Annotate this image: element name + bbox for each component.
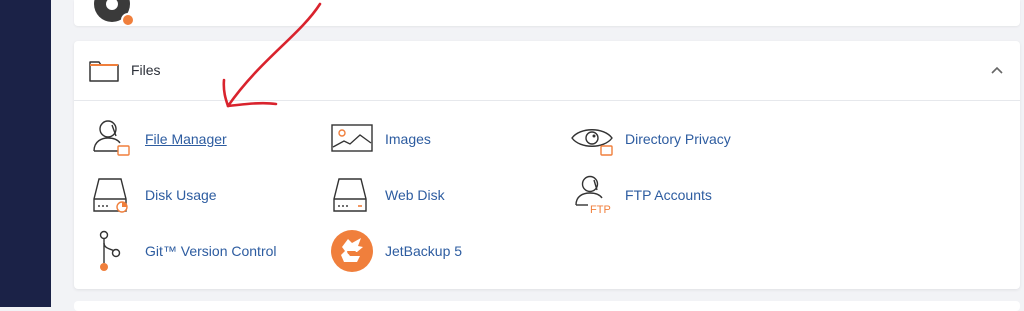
directory-privacy-icon [571, 129, 613, 156]
disk-usage-icon [93, 178, 128, 213]
git-version-control-label: Git™ Version Control [145, 243, 277, 259]
jetbackup-icon [331, 230, 373, 272]
ftp-accounts-label: FTP Accounts [625, 187, 712, 203]
directory-privacy-label: Directory Privacy [625, 131, 731, 147]
jetbackup-label: JetBackup 5 [385, 243, 463, 259]
ftp-badge: FTP [590, 204, 611, 216]
next-section-card [74, 301, 1020, 311]
images-label: Images [385, 131, 431, 147]
file-manager-link[interactable]: File Manager [90, 117, 290, 161]
ftp-accounts-link[interactable]: FTP FTP Accounts [570, 173, 810, 217]
jetbackup-link[interactable]: JetBackup 5 [330, 229, 530, 273]
previous-section-icon[interactable] [90, 0, 138, 26]
file-manager-label: File Manager [145, 131, 227, 147]
directory-privacy-link[interactable]: Directory Privacy [570, 117, 810, 161]
folder-icon [89, 61, 119, 82]
git-version-control-link[interactable]: Git™ Version Control [90, 229, 310, 273]
images-link[interactable]: Images [330, 117, 530, 161]
files-section-header[interactable]: Files [74, 41, 1020, 101]
disk-usage-link[interactable]: Disk Usage [90, 173, 290, 217]
ftp-accounts-icon: FTP [575, 175, 611, 216]
disk-usage-label: Disk Usage [145, 187, 217, 203]
chevron-up-icon[interactable] [990, 64, 1004, 76]
images-icon [331, 124, 373, 152]
left-sidebar [0, 0, 51, 307]
web-disk-icon [333, 178, 367, 212]
files-section-card: Files File Manager Images Directory Priv… [74, 41, 1020, 289]
git-version-control-icon [99, 230, 121, 271]
files-section-title: Files [131, 62, 161, 78]
web-disk-label: Web Disk [385, 187, 445, 203]
previous-section-card [74, 0, 1020, 26]
file-manager-icon [93, 120, 130, 156]
web-disk-link[interactable]: Web Disk [330, 173, 530, 217]
